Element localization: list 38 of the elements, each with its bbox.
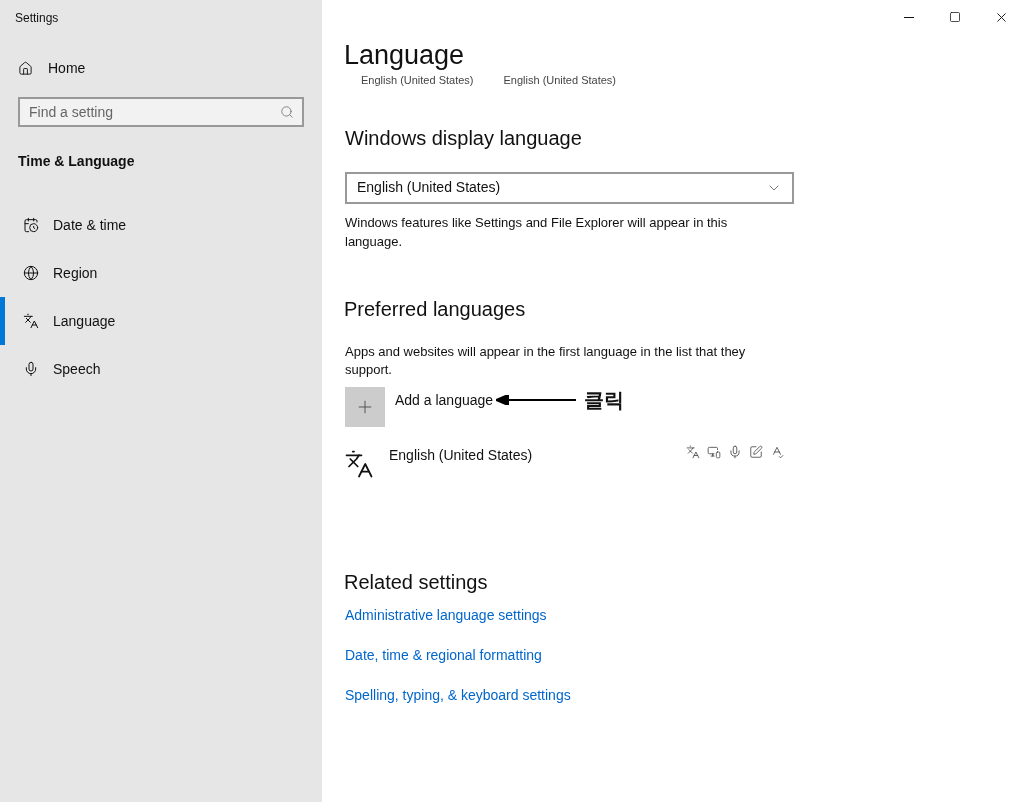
search-field[interactable]: Find a setting xyxy=(18,97,304,127)
settings-link[interactable]: Spelling, typing, & keyboard settings xyxy=(345,684,1024,706)
calendar-clock-icon xyxy=(23,217,39,233)
language-icon xyxy=(23,313,39,329)
home-link[interactable]: Home xyxy=(48,58,86,79)
search-icon xyxy=(280,105,294,119)
nav-item[interactable]: Speech xyxy=(0,345,322,393)
home-icon xyxy=(18,61,33,76)
language-pack-icon xyxy=(686,444,700,459)
page-title: Language xyxy=(344,39,466,72)
minimize-icon xyxy=(904,16,914,18)
window-title: Settings xyxy=(15,10,59,27)
language-dropdown[interactable]: English (United States) xyxy=(345,171,794,204)
description-text: Apps and websites will appear in the first language in the list that they support. xyxy=(345,342,747,379)
settings-link[interactable]: Administrative language settings xyxy=(345,604,1024,626)
globe-icon xyxy=(23,265,39,281)
section-heading: Windows display language xyxy=(345,125,583,151)
language-row[interactable]: English (United States) xyxy=(344,444,784,479)
microphone-icon xyxy=(728,444,742,459)
microphone-icon xyxy=(23,361,39,377)
nav-item[interactable]: Language xyxy=(0,297,322,345)
spell-check-icon xyxy=(770,444,784,459)
section-heading: Time & Language xyxy=(18,153,135,169)
section-heading: Preferred languages xyxy=(344,296,527,322)
settings-link[interactable]: Date, time & regional formatting xyxy=(345,644,1024,666)
add-language-link[interactable]: Add a language xyxy=(395,389,494,411)
nav-item[interactable]: Date & time xyxy=(0,201,322,249)
handwriting-icon xyxy=(749,444,763,459)
annotation-label: 클릭 xyxy=(584,387,625,413)
add-language-button[interactable] xyxy=(345,386,385,427)
description-text: Windows features like Settings and File Explorer will appear in this language. xyxy=(345,213,729,251)
nav-item[interactable]: Region xyxy=(0,249,322,297)
language-subtitle: English (United States) xyxy=(361,73,474,88)
section-heading: Related settings xyxy=(344,569,489,595)
display-icon xyxy=(707,444,721,459)
language-icon xyxy=(344,448,374,479)
language-subtitle: English (United States) xyxy=(503,73,616,88)
maximize-icon xyxy=(949,11,961,23)
